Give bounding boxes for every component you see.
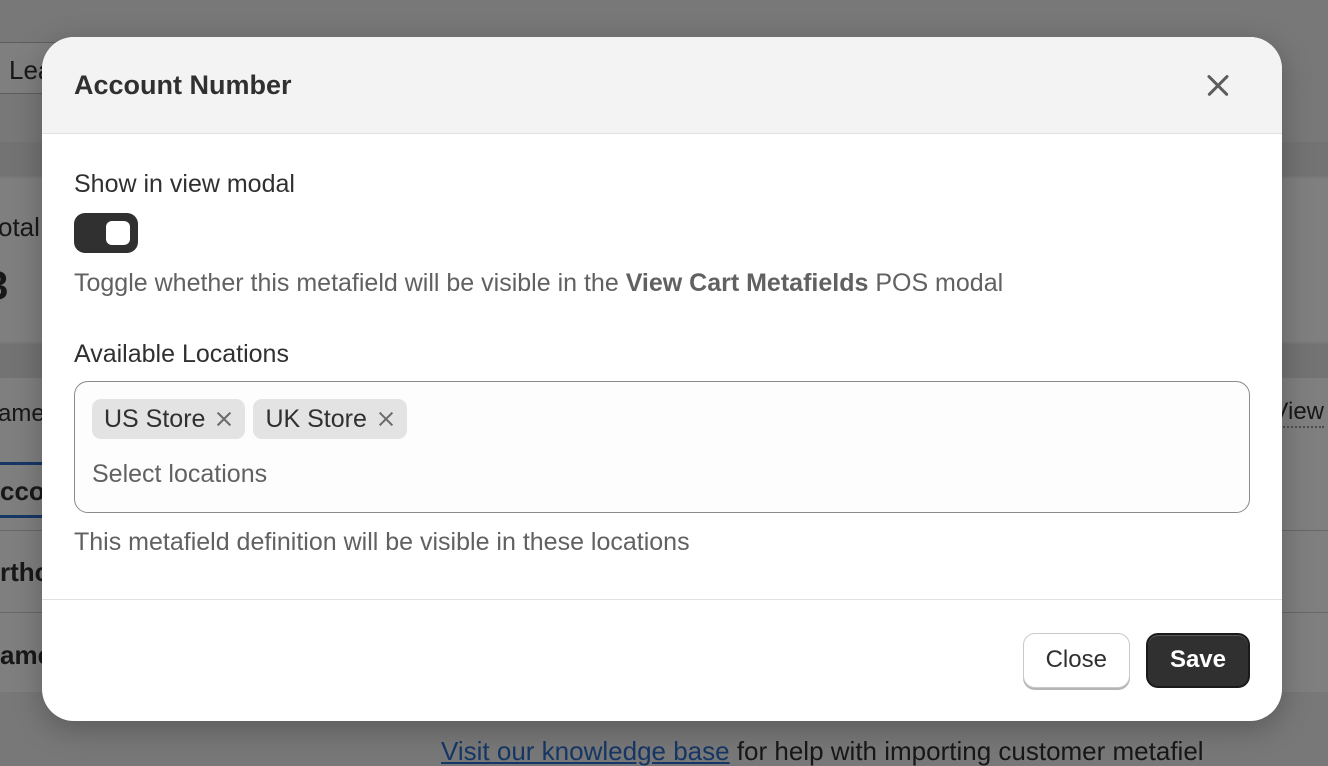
available-locations-label: Available Locations — [74, 340, 289, 368]
selected-locations: US Store UK Store — [92, 399, 1232, 439]
account-number-modal: Account Number Show in view modal Toggle… — [42, 37, 1282, 721]
location-tag-us-store: US Store — [92, 399, 246, 439]
modal-header: Account Number — [42, 37, 1282, 134]
locations-multi-select[interactable]: US Store UK Store — [74, 381, 1250, 513]
location-tag-label: UK Store — [265, 404, 367, 433]
help-prefix: Toggle whether this metafield will be vi… — [74, 269, 626, 297]
location-tag-uk-store: UK Store — [253, 399, 407, 439]
x-icon[interactable] — [377, 410, 395, 428]
modal-footer: Close Save — [42, 600, 1282, 720]
close-icon[interactable] — [1198, 65, 1238, 105]
locations-help: This metafield definition will be visibl… — [74, 528, 690, 556]
locations-search-input[interactable] — [92, 460, 692, 489]
help-bold: View Cart Metafields — [625, 269, 869, 297]
x-icon[interactable] — [215, 410, 233, 428]
show-in-view-modal-label: Show in view modal — [74, 170, 295, 198]
modal-body: Show in view modal Toggle whether this m… — [42, 134, 1282, 600]
show-in-view-modal-toggle[interactable] — [74, 213, 138, 253]
toggle-knob — [106, 221, 130, 245]
save-button[interactable]: Save — [1145, 632, 1250, 688]
help-suffix: POS modal — [868, 269, 1004, 297]
modal-title: Account Number — [74, 69, 292, 100]
show-in-view-modal-help: Toggle whether this metafield will be vi… — [74, 269, 1250, 298]
close-button[interactable]: Close — [1022, 632, 1130, 688]
location-tag-label: US Store — [104, 404, 206, 433]
